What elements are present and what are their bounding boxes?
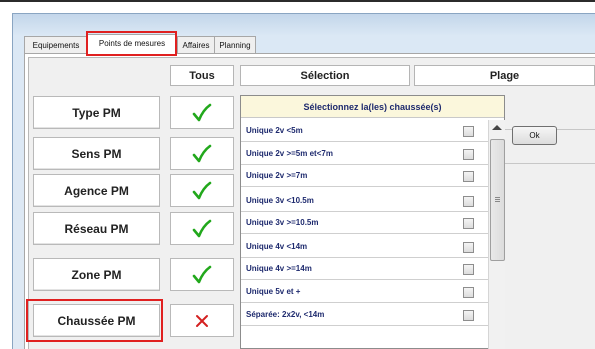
checkbox[interactable] [463, 218, 474, 229]
list-item[interactable]: Unique 4v <14m [241, 236, 488, 258]
item-label: Séparée: 2x2v, <14m [246, 310, 325, 319]
popup-scrollbar[interactable] [488, 120, 505, 349]
green-checkmark-icon [192, 219, 212, 238]
list-item[interactable]: Unique 2v <5m [241, 120, 488, 142]
tous-toggle-type-pm[interactable] [170, 96, 234, 129]
column-header-plage: Plage [414, 65, 595, 86]
column-header-tous: Tous [170, 65, 234, 86]
item-label: Unique 3v >=10.5m [246, 218, 319, 227]
checkbox[interactable] [463, 287, 474, 298]
tab-points-de-mesures[interactable]: Points de mesures [87, 34, 177, 54]
top-border-line [0, 0, 595, 2]
list-item[interactable]: Unique 2v >=7m [241, 165, 488, 187]
row-button-reseau-pm[interactable]: Réseau PM [33, 212, 160, 245]
tous-toggle-zone-pm[interactable] [170, 258, 234, 291]
checkbox[interactable] [463, 310, 474, 321]
checkbox[interactable] [463, 126, 474, 137]
grip-icon [495, 199, 500, 200]
tab-strip: Equipements Points de mesures Affaires P… [24, 34, 595, 54]
tous-toggle-reseau-pm[interactable] [170, 212, 234, 245]
scrollbar-thumb[interactable] [490, 139, 505, 261]
item-label: Unique 2v <5m [246, 126, 303, 135]
tous-toggle-agence-pm[interactable] [170, 174, 234, 207]
red-x-icon [196, 315, 208, 327]
checkbox[interactable] [463, 149, 474, 160]
checkbox[interactable] [463, 242, 474, 253]
item-label: Unique 2v >=5m et<7m [246, 149, 333, 158]
green-checkmark-icon [192, 103, 212, 122]
popup-title: Sélectionnez la(les) chaussée(s) [241, 96, 504, 118]
list-item[interactable]: Unique 5v et + [241, 281, 488, 303]
chaussee-highlight-box [26, 299, 163, 342]
item-label: Unique 3v <10.5m [246, 196, 314, 205]
tab-affaires[interactable]: Affaires [177, 36, 215, 53]
row-button-zone-pm[interactable]: Zone PM [33, 258, 160, 291]
tous-toggle-chaussee-pm[interactable] [170, 304, 234, 337]
list-item[interactable]: Unique 3v >=10.5m [241, 212, 488, 234]
row-button-sens-pm[interactable]: Sens PM [33, 137, 160, 170]
green-checkmark-icon [192, 265, 212, 284]
checkbox[interactable] [463, 196, 474, 207]
scroll-up-arrow-icon[interactable] [492, 125, 502, 130]
list-item[interactable]: Unique 2v >=5m et<7m [241, 143, 488, 165]
green-checkmark-icon [192, 181, 212, 200]
list-item[interactable]: Séparée: 2x2v, <14m [241, 304, 488, 326]
grip-icon [495, 197, 500, 198]
item-label: Unique 4v <14m [246, 242, 308, 251]
column-header-selection: Sélection [240, 65, 410, 86]
ok-button[interactable]: Ok [512, 126, 557, 145]
checkbox[interactable] [463, 264, 474, 275]
tous-toggle-sens-pm[interactable] [170, 137, 234, 170]
tab-equipements[interactable]: Equipements [24, 36, 88, 53]
list-item[interactable]: Unique 4v >=14m [241, 258, 488, 280]
checkbox[interactable] [463, 171, 474, 182]
green-checkmark-icon [192, 144, 212, 163]
grip-icon [495, 201, 500, 202]
chaussee-popup: Sélectionnez la(les) chaussée(s) Unique … [240, 95, 505, 349]
row-button-type-pm[interactable]: Type PM [33, 96, 160, 129]
tab-planning[interactable]: Planning [214, 36, 256, 53]
item-label: Unique 4v >=14m [246, 264, 312, 273]
plage-divider-line [505, 163, 595, 164]
list-item[interactable]: Unique 3v <10.5m [241, 190, 488, 212]
item-label: Unique 5v et + [246, 287, 301, 296]
item-label: Unique 2v >=7m [246, 171, 308, 180]
row-button-agence-pm[interactable]: Agence PM [33, 174, 160, 207]
